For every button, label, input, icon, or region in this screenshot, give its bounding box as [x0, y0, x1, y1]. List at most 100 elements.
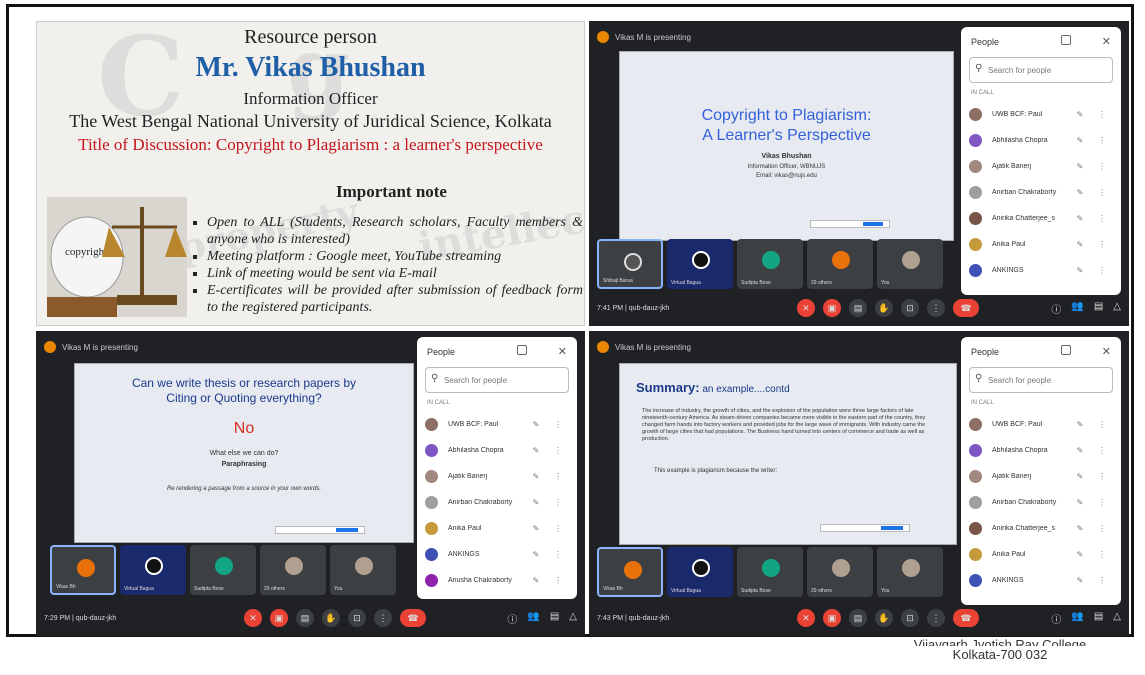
more-icon[interactable]: ⋮ — [547, 446, 569, 455]
list-item[interactable]: Anirika Chatterjee_s ✎ ⋮ — [969, 515, 1113, 541]
more-icon[interactable]: ⋮ — [1091, 472, 1113, 481]
camera-off-button[interactable]: ▣ — [270, 609, 288, 627]
list-item[interactable]: Anusha Chakraborty ✎ ⋮ — [425, 567, 569, 593]
more-icon[interactable]: ⋮ — [1091, 266, 1113, 275]
info-icon[interactable]: ⓘ — [1051, 301, 1061, 316]
more-options-button[interactable]: ⋮ — [927, 609, 945, 627]
participant-tile[interactable]: Shibaji Barua — [597, 239, 663, 289]
participant-tile[interactable]: Sudipta Bose — [737, 547, 803, 597]
captions-button[interactable]: ▤ — [849, 609, 867, 627]
people-icon[interactable]: 👥 — [1071, 611, 1083, 626]
participant-tile[interactable]: Sudipta Bose — [737, 239, 803, 289]
participant-tile[interactable]: Sudipta Bose — [190, 545, 256, 595]
participant-tile[interactable]: Vikas Bh — [50, 545, 116, 595]
more-icon[interactable]: ⋮ — [1091, 420, 1113, 429]
participant-tile[interactable]: You — [330, 545, 396, 595]
more-icon[interactable]: ⋮ — [1091, 240, 1113, 249]
more-icon[interactable]: ⋮ — [547, 498, 569, 507]
more-icon[interactable]: ⋮ — [547, 576, 569, 585]
end-call-button[interactable]: ☎ — [953, 299, 979, 317]
list-item[interactable]: ANKINGS ✎ ⋮ — [969, 567, 1113, 593]
close-icon[interactable]: ✕ — [1102, 345, 1111, 358]
participant-tile[interactable]: 29 others — [260, 545, 326, 595]
people-icon[interactable]: 👥 — [527, 611, 539, 626]
more-icon[interactable]: ⋮ — [547, 524, 569, 533]
search-input[interactable]: Search for people — [425, 367, 569, 393]
list-item[interactable]: Abhilasha Chopra ✎ ⋮ — [969, 127, 1113, 153]
search-input[interactable]: Search for people — [969, 367, 1113, 393]
captions-button[interactable]: ▤ — [296, 609, 314, 627]
raise-hand-button[interactable]: ✋ — [322, 609, 340, 627]
more-icon[interactable]: ⋮ — [1091, 498, 1113, 507]
more-icon[interactable]: ⋮ — [547, 420, 569, 429]
participant-tile[interactable]: You — [877, 239, 943, 289]
more-icon[interactable]: ⋮ — [1091, 214, 1113, 223]
participant-tile[interactable]: 29 others — [807, 239, 873, 289]
participant-tile[interactable]: Virtual Bagua — [667, 239, 733, 289]
chat-icon[interactable]: ▤ — [550, 611, 559, 626]
camera-off-button[interactable]: ▣ — [823, 609, 841, 627]
end-call-button[interactable]: ☎ — [953, 609, 979, 627]
more-icon[interactable]: ⋮ — [1091, 524, 1113, 533]
present-button[interactable]: ⊡ — [901, 299, 919, 317]
activities-icon[interactable]: △ — [1113, 611, 1121, 626]
more-icon[interactable]: ⋮ — [547, 550, 569, 559]
mic-off-button[interactable]: ✕ — [244, 609, 262, 627]
more-icon[interactable]: ⋮ — [547, 472, 569, 481]
list-item[interactable]: Abhilasha Chopra ✎ ⋮ — [425, 437, 569, 463]
participant-tile[interactable]: You — [877, 547, 943, 597]
raise-hand-button[interactable]: ✋ — [875, 609, 893, 627]
list-item[interactable]: Anirban Chakraborty ✎ ⋮ — [969, 179, 1113, 205]
info-icon[interactable]: ⓘ — [1051, 611, 1061, 626]
more-options-button[interactable]: ⋮ — [927, 299, 945, 317]
activities-icon[interactable]: △ — [1113, 301, 1121, 316]
list-item[interactable]: Ajatik Banerj ✎ ⋮ — [969, 153, 1113, 179]
more-icon[interactable]: ⋮ — [1091, 576, 1113, 585]
chat-icon[interactable]: ▤ — [1094, 611, 1103, 626]
more-options-button[interactable]: ⋮ — [374, 609, 392, 627]
more-icon[interactable]: ⋮ — [1091, 110, 1113, 119]
list-item[interactable]: Anika Paul ✎ ⋮ — [425, 515, 569, 541]
captions-button[interactable]: ▤ — [849, 299, 867, 317]
activities-icon[interactable]: △ — [569, 611, 577, 626]
list-item[interactable]: UWB BCF: Paul ✎ ⋮ — [969, 101, 1113, 127]
participant-tile[interactable]: Virtual Bagua — [667, 547, 733, 597]
present-button[interactable]: ⊡ — [348, 609, 366, 627]
participant-list: UWB BCF: Paul ✎ ⋮ Abhilasha Chopra ✎ ⋮ Ajati… — [969, 101, 1113, 283]
info-icon[interactable]: ⓘ — [507, 611, 517, 626]
add-people-icon[interactable] — [1061, 35, 1071, 45]
list-item[interactable]: UWB BCF: Paul ✎ ⋮ — [425, 411, 569, 437]
list-item[interactable]: Abhilasha Chopra ✎ ⋮ — [969, 437, 1113, 463]
close-icon[interactable]: ✕ — [558, 345, 567, 358]
more-icon[interactable]: ⋮ — [1091, 162, 1113, 171]
participant-tile[interactable]: Vikas Bh — [597, 547, 663, 597]
more-icon[interactable]: ⋮ — [1091, 188, 1113, 197]
list-item[interactable]: UWB BCF: Paul ✎ ⋮ — [969, 411, 1113, 437]
camera-off-button[interactable]: ▣ — [823, 299, 841, 317]
participant-tile[interactable]: 29 others — [807, 547, 873, 597]
more-icon[interactable]: ⋮ — [1091, 446, 1113, 455]
add-people-icon[interactable] — [1061, 345, 1071, 355]
close-icon[interactable]: ✕ — [1102, 35, 1111, 48]
list-item[interactable]: Anika Paul ✎ ⋮ — [969, 541, 1113, 567]
list-item[interactable]: Anika Paul ✎ ⋮ — [969, 231, 1113, 257]
list-item[interactable]: Anirban Chakraborty ✎ ⋮ — [425, 489, 569, 515]
list-item[interactable]: Anirika Chatterjee_s ✎ ⋮ — [969, 205, 1113, 231]
mic-off-button[interactable]: ✕ — [797, 299, 815, 317]
raise-hand-button[interactable]: ✋ — [875, 299, 893, 317]
mic-off-button[interactable]: ✕ — [797, 609, 815, 627]
list-item[interactable]: Anirban Chakraborty ✎ ⋮ — [969, 489, 1113, 515]
list-item[interactable]: ANKINGS ✎ ⋮ — [425, 541, 569, 567]
add-people-icon[interactable] — [517, 345, 527, 355]
participant-tile[interactable]: Virtual Bagua — [120, 545, 186, 595]
list-item[interactable]: Ajatik Banerj ✎ ⋮ — [425, 463, 569, 489]
chat-icon[interactable]: ▤ — [1094, 301, 1103, 316]
list-item[interactable]: ANKINGS ✎ ⋮ — [969, 257, 1113, 283]
more-icon[interactable]: ⋮ — [1091, 550, 1113, 559]
end-call-button[interactable]: ☎ — [400, 609, 426, 627]
present-button[interactable]: ⊡ — [901, 609, 919, 627]
list-item[interactable]: Ajatik Banerj ✎ ⋮ — [969, 463, 1113, 489]
people-icon[interactable]: 👥 — [1071, 301, 1083, 316]
search-input[interactable]: Search for people — [969, 57, 1113, 83]
more-icon[interactable]: ⋮ — [1091, 136, 1113, 145]
